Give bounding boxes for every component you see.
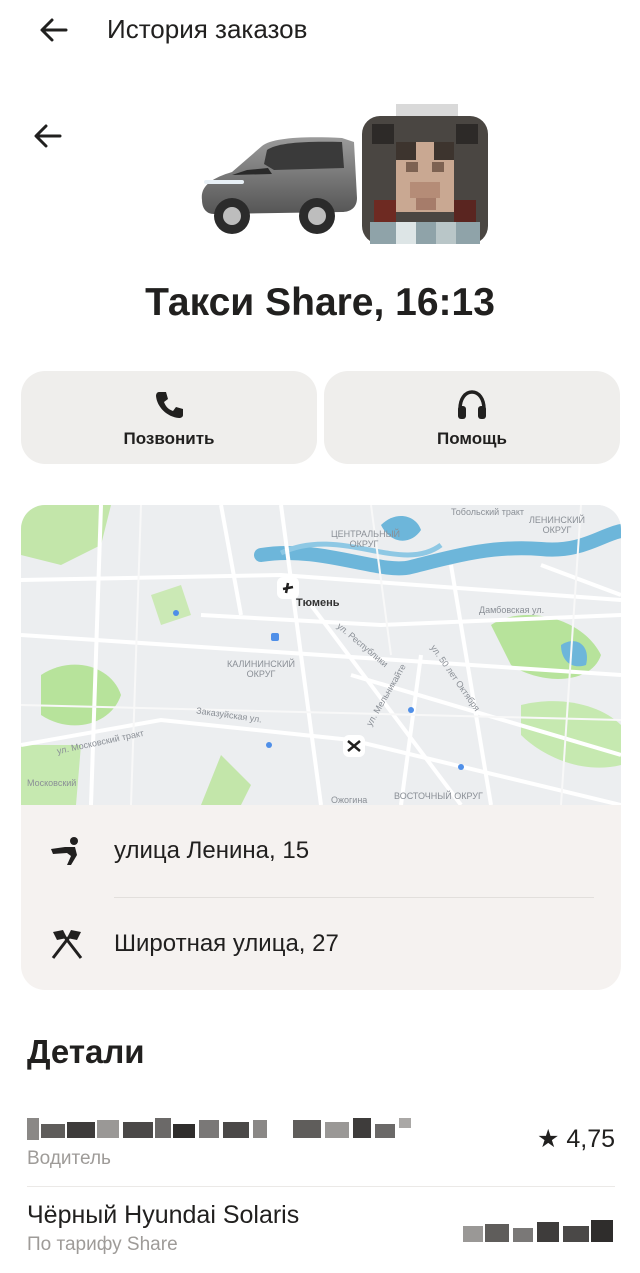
top-bar: История заказов bbox=[0, 0, 640, 60]
details-divider bbox=[27, 1186, 615, 1187]
map-label-central: ЦЕНТРАЛЬНЫЙ ОКРУГ bbox=[331, 529, 401, 549]
map-start-marker bbox=[277, 577, 299, 599]
order-title: Такси Share, 16:13 bbox=[145, 281, 495, 324]
car-illustration bbox=[201, 137, 357, 234]
call-label: Позвонить bbox=[123, 429, 215, 448]
route-map[interactable]: Тюмень ЦЕНТРАЛЬНЫЙ ОКРУГ КАЛИНИНСКИЙ ОКР… bbox=[21, 505, 621, 805]
phone-icon bbox=[156, 392, 183, 418]
car-row[interactable]: Чёрный Hyundai Solaris По тарифу Share bbox=[27, 1198, 615, 1268]
map-label-kalinin: КАЛИНИНСКИЙ ОКРУГ bbox=[227, 659, 295, 679]
route-card: Тюмень ЦЕНТРАЛЬНЫЙ ОКРУГ КАЛИНИНСКИЙ ОКР… bbox=[21, 505, 621, 990]
map-label-tobolsky: Тобольский тракт bbox=[451, 507, 524, 517]
license-plate-redacted bbox=[463, 1220, 613, 1242]
driver-name-redacted bbox=[27, 1118, 411, 1140]
help-label: Помощь bbox=[437, 429, 507, 448]
call-button[interactable]: Позвонить bbox=[21, 371, 317, 464]
driver-avatar bbox=[360, 104, 490, 254]
walking-person-icon bbox=[51, 837, 78, 865]
driver-rating: ★ 4,75 bbox=[536, 1125, 615, 1153]
tariff-label: По тарифу Share bbox=[27, 1234, 178, 1255]
route-point-to[interactable]: Широтная улица, 27 bbox=[21, 898, 621, 990]
headset-icon bbox=[458, 390, 486, 419]
route-to-address: Широтная улица, 27 bbox=[114, 930, 339, 957]
details-title: Детали bbox=[27, 1033, 145, 1070]
arrow-left-icon[interactable] bbox=[30, 118, 66, 154]
map-label-leninsky: ЛЕНИНСКИЙ ОКРУГ bbox=[528, 515, 586, 535]
car-name: Чёрный Hyundai Solaris bbox=[27, 1201, 300, 1229]
driver-row[interactable]: Водитель ★ 4,75 bbox=[27, 1112, 615, 1182]
route-from-address: улица Ленина, 15 bbox=[114, 837, 310, 864]
map-label-damba: Дамбовская ул. bbox=[479, 605, 545, 615]
map-finish-marker bbox=[343, 735, 365, 757]
map-label-city: Тюмень bbox=[296, 597, 340, 609]
driver-label: Водитель bbox=[27, 1148, 111, 1169]
arrow-left-icon[interactable] bbox=[36, 12, 72, 48]
map-canvas bbox=[21, 505, 621, 805]
page-title: История заказов bbox=[107, 14, 308, 44]
map-label-moskovsky: Московский bbox=[27, 778, 77, 788]
finish-flags-icon bbox=[51, 930, 83, 959]
map-label-ozhogina: Ожогина bbox=[331, 795, 368, 805]
map-label-vostochny: ВОСТОЧНЫЙ ОКРУГ bbox=[394, 791, 483, 801]
route-point-from[interactable]: улица Ленина, 15 bbox=[21, 805, 621, 897]
help-button[interactable]: Помощь bbox=[324, 371, 620, 464]
